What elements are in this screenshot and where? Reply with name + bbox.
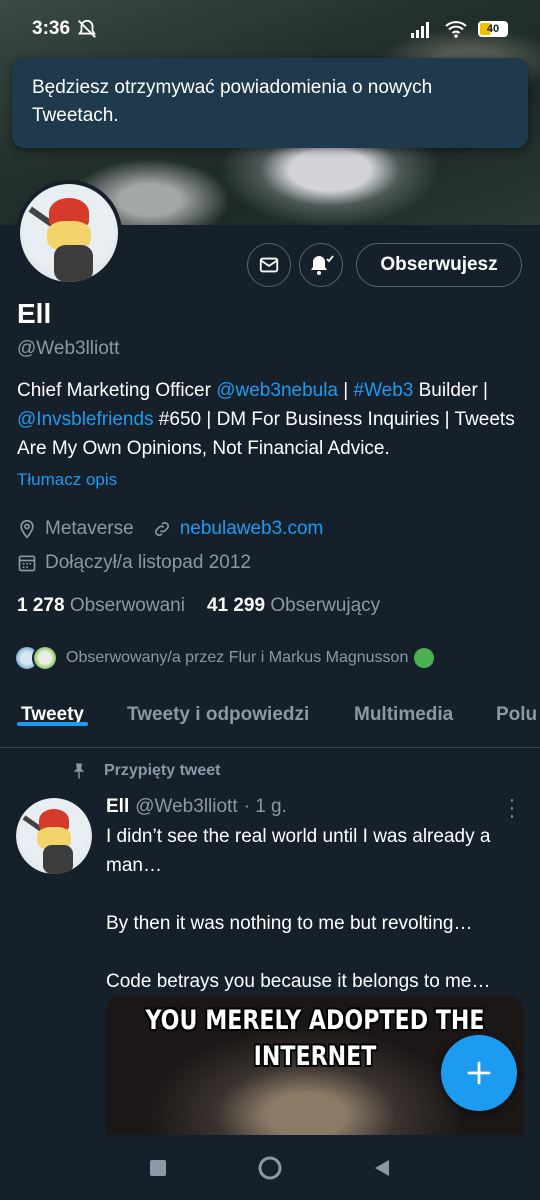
- profile-name: Ell: [17, 298, 52, 329]
- bio-text: Builder |: [413, 380, 488, 401]
- translate-bio-link[interactable]: Tłumacz opis: [17, 470, 117, 490]
- following-label: Obserwowani: [69, 595, 185, 616]
- pinned-label: Przypięty tweet: [70, 762, 220, 780]
- joined-row: Dołączył/a listopad 2012: [17, 552, 251, 574]
- meme-caption: YOU MERELY ADOPTED THE INTERNET: [145, 1005, 485, 1072]
- bell-check-icon: [311, 255, 334, 275]
- followers-count: 41 299: [206, 595, 266, 616]
- joined-text: Dołączył/a listopad 2012: [45, 552, 251, 573]
- back-icon[interactable]: [373, 1158, 391, 1178]
- location-text: Metaverse: [45, 518, 134, 539]
- follower-avatar: [32, 645, 58, 671]
- tweet-author-handle[interactable]: @Web3lliott: [135, 796, 237, 818]
- bio-link-web3nebula[interactable]: @web3nebula: [216, 380, 338, 401]
- tab-tweets-replies[interactable]: Tweety i odpowiedzi: [127, 692, 309, 726]
- wifi-icon: [445, 21, 467, 38]
- status-bar: 3:36 40: [0, 0, 540, 58]
- following-stat[interactable]: 1 278 Obserwowani: [17, 595, 185, 617]
- bio-text: Chief Marketing Officer: [17, 380, 217, 401]
- tab-likes[interactable]: Polu: [496, 692, 537, 726]
- location-icon: [20, 519, 34, 539]
- status-time: 3:36: [32, 18, 71, 39]
- tweet-avatar[interactable]: [16, 798, 92, 874]
- profile-bio: Chief Marketing Officer @web3nebula | #W…: [17, 376, 527, 463]
- more-options-icon[interactable]: · · ·: [506, 790, 518, 826]
- following-button[interactable]: Obserwujesz: [356, 243, 522, 287]
- tweet-time: · 1 g.: [243, 796, 287, 817]
- home-icon[interactable]: [257, 1155, 283, 1181]
- bio-link-invsblefriends[interactable]: @Invsblefriends: [17, 409, 154, 430]
- notification-toast: Będziesz otrzymywać powiadomienia o nowy…: [12, 58, 528, 148]
- pinned-text: Przypięty tweet: [104, 762, 221, 779]
- system-nav-bar: [0, 1135, 540, 1200]
- profile-tabs: Tweety Tweety i odpowiedzi Multimedia Po…: [0, 692, 540, 748]
- tweet-text: I didn’t see the real world until I was …: [106, 822, 526, 996]
- battery-level: 40: [486, 23, 500, 35]
- plus-icon: [467, 1061, 491, 1085]
- compose-tweet-button[interactable]: [441, 1035, 517, 1111]
- followers-label: Obserwujący: [270, 595, 381, 616]
- tweet-header: Ell @Web3lliott · 1 g.: [106, 796, 287, 818]
- toast-text: Będziesz otrzymywać powiadomienia o nowy…: [32, 77, 433, 126]
- following-count: 1 278: [17, 595, 65, 616]
- profile-handle: @Web3lliott: [17, 338, 120, 359]
- tab-tweets[interactable]: Tweety: [16, 692, 89, 726]
- battery-icon: 40: [478, 21, 508, 37]
- followed-by-text: Obserwowany/a przez Flur i Markus Magnus…: [66, 649, 409, 666]
- tweet-line: By then it was nothing to me but revolti…: [106, 913, 473, 934]
- signal-icon: [411, 22, 429, 38]
- silent-bell-icon: [77, 19, 97, 38]
- profile-avatar[interactable]: [16, 180, 122, 286]
- green-circle-icon: [414, 648, 435, 668]
- tweet-line: Code betrays you because it belongs to m…: [106, 971, 491, 992]
- link-icon: [154, 522, 169, 536]
- calendar-icon: [18, 555, 36, 572]
- followed-by-row[interactable]: Obserwowany/a przez Flur i Markus Magnus…: [14, 645, 435, 671]
- website-link[interactable]: nebulaweb3.com: [180, 518, 324, 540]
- notifications-button[interactable]: [299, 243, 343, 287]
- tweet-author-name[interactable]: Ell: [106, 796, 129, 818]
- bio-link-hashtag-web3[interactable]: #Web3: [354, 380, 414, 401]
- message-button[interactable]: [247, 243, 291, 287]
- tweet-line: I didn’t see the real world until I was …: [106, 826, 491, 876]
- follow-stats: 1 278 Obserwowani 41 299 Obserwujący: [17, 595, 380, 617]
- pin-icon: [73, 763, 85, 779]
- profile-meta-row: Metaverse nebulaweb3.com: [17, 518, 323, 540]
- bio-text: |: [338, 380, 354, 401]
- mail-icon: [259, 257, 279, 273]
- recents-icon[interactable]: [149, 1159, 167, 1177]
- followers-stat[interactable]: 41 299 Obserwujący: [207, 595, 380, 617]
- tab-media[interactable]: Multimedia: [354, 692, 453, 726]
